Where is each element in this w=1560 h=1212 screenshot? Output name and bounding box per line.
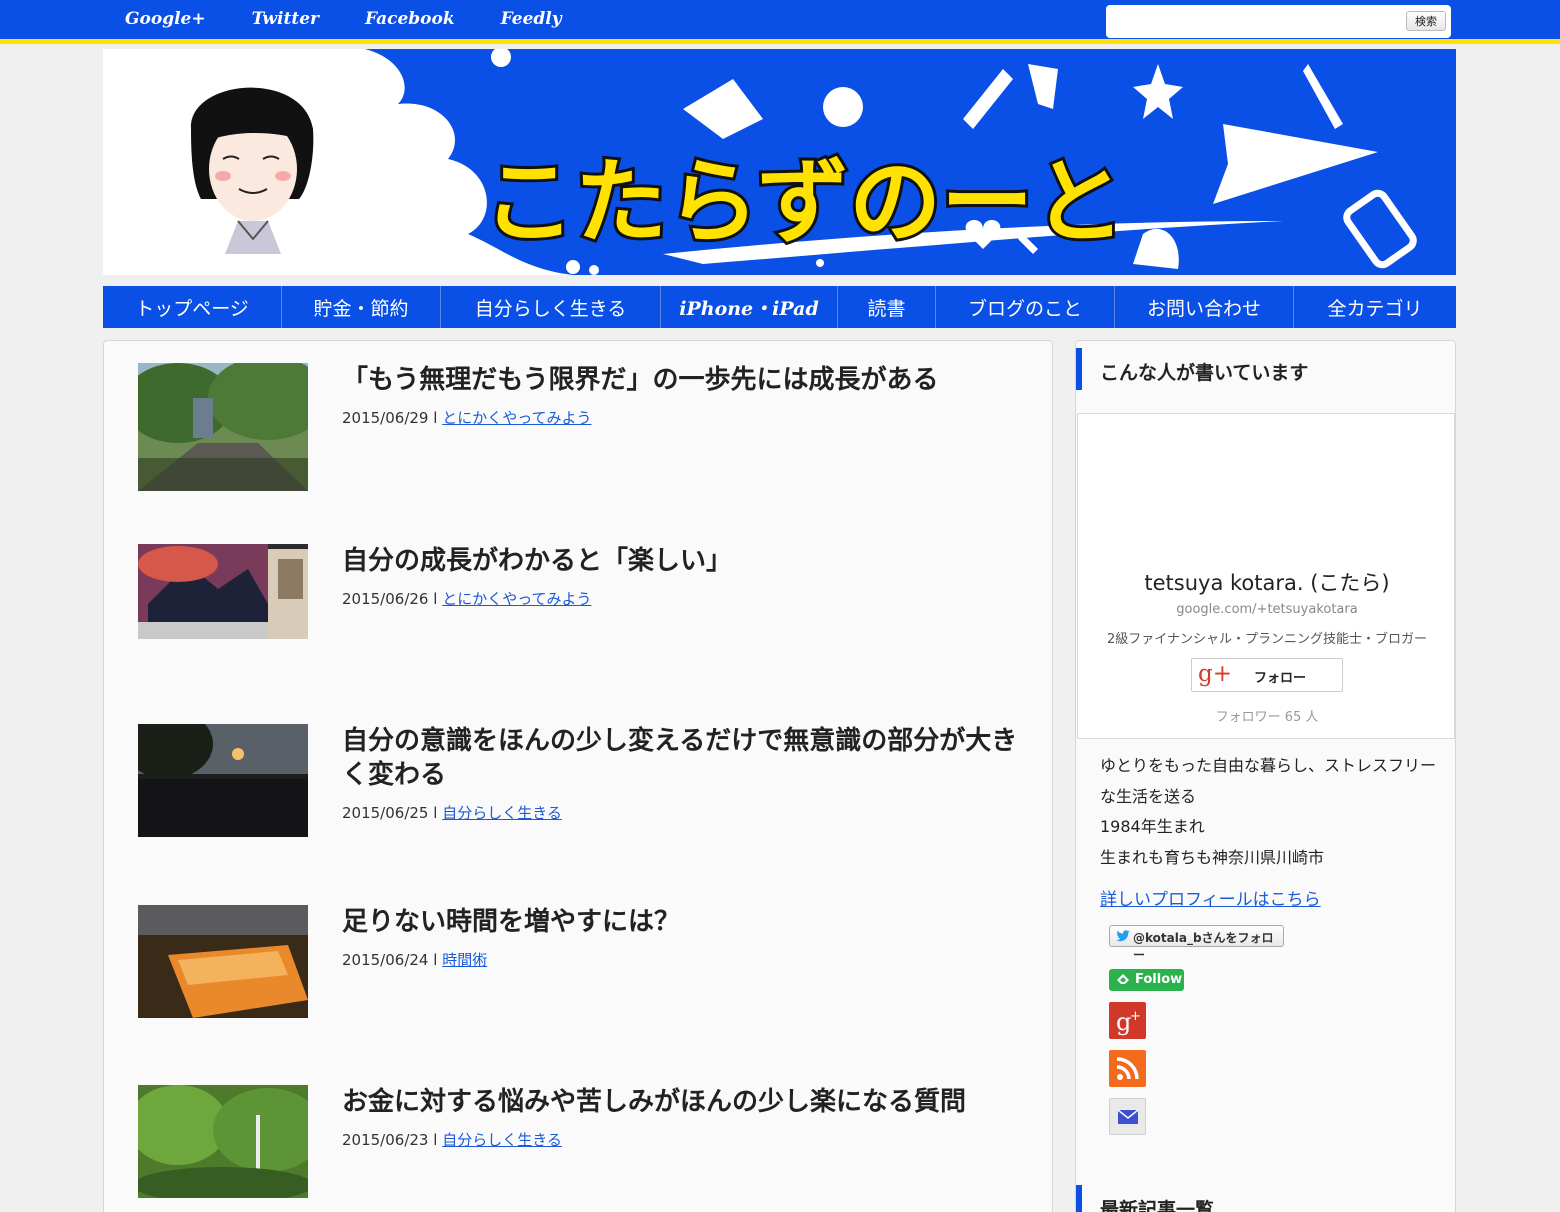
post-date: 2015/06/29 bbox=[342, 409, 429, 427]
facebook-link[interactable]: Facebook bbox=[365, 9, 455, 29]
post-thumbnail[interactable] bbox=[138, 363, 308, 491]
post-category-link[interactable]: とにかくやってみよう bbox=[442, 590, 591, 608]
gplus-follow-button[interactable]: g+ フォロー bbox=[1191, 658, 1343, 692]
twitter-bird-icon bbox=[1116, 930, 1130, 942]
site-banner[interactable]: こたらずのーと bbox=[103, 49, 1456, 275]
google-plus-icon: g+ bbox=[1198, 661, 1232, 687]
meta-separator: l bbox=[428, 804, 443, 822]
post-title[interactable]: 足りない時間を増やすには？ bbox=[342, 905, 1022, 939]
sidebar: こんな人が書いています tetsuya kotara. (こたら) google… bbox=[1075, 340, 1456, 1212]
post-title[interactable]: 自分の意識をほんの少し変えるだけで無意識の部分が大きく変わる bbox=[342, 724, 1022, 792]
post-category-link[interactable]: 自分らしく生きる bbox=[442, 804, 562, 822]
post-category-link[interactable]: 時間術 bbox=[442, 951, 487, 969]
post-title[interactable]: 「もう無理だもう限界だ」の一歩先には成長がある bbox=[342, 363, 1022, 397]
post-date: 2015/06/25 bbox=[342, 804, 429, 822]
feedly-icon bbox=[1117, 974, 1129, 984]
top-bar: Google+ Twitter Facebook Feedly 検索 bbox=[0, 0, 1560, 44]
post-meta: 2015/06/29 l とにかくやってみよう bbox=[342, 407, 591, 428]
profile-description: 2級ファイナンシャル・プランニング技能士・ブロガー bbox=[1106, 632, 1427, 647]
meta-separator: l bbox=[428, 590, 443, 608]
search-button[interactable]: 検索 bbox=[1406, 11, 1446, 31]
sidebar-heading-recent: 最新記事一覧 bbox=[1076, 1185, 1457, 1212]
profile-name[interactable]: tetsuya kotara. (こたら) bbox=[1078, 567, 1456, 597]
banner-title: こたらずのーと bbox=[483, 149, 1125, 256]
feedly-link[interactable]: Feedly bbox=[501, 9, 562, 29]
post-title[interactable]: 自分の成長がわかると「楽しい」 bbox=[342, 544, 1022, 578]
nav-item-reading[interactable]: 読書 bbox=[838, 286, 936, 328]
post-thumbnail[interactable] bbox=[138, 1085, 308, 1198]
main-nav: トップページ 貯金・節約 自分らしく生きる iPhone・iPad 読書 ブログ… bbox=[103, 286, 1456, 328]
profile-link[interactable]: 詳しいプロフィールはこちら bbox=[1100, 885, 1321, 910]
search-input[interactable] bbox=[1112, 10, 1402, 32]
meta-separator: l bbox=[428, 409, 443, 427]
profile-url[interactable]: google.com/+tetsuyakotara bbox=[1078, 602, 1456, 617]
post-title[interactable]: お金に対する悩みや苦しみがほんの少し楽になる質問 bbox=[342, 1085, 1022, 1119]
post-category-link[interactable]: とにかくやってみよう bbox=[442, 409, 591, 427]
meta-separator: l bbox=[428, 951, 443, 969]
meta-separator: l bbox=[428, 1131, 443, 1149]
post-date: 2015/06/23 bbox=[342, 1131, 429, 1149]
banner-artwork: こたらずのーと bbox=[103, 49, 1417, 275]
nav-item-iphone-ipad[interactable]: iPhone・iPad bbox=[661, 286, 838, 328]
sidebar-heading: こんな人が書いています bbox=[1076, 348, 1457, 390]
mail-icon[interactable] bbox=[1109, 1098, 1146, 1135]
twitter-follow-button[interactable]: @kotala_bさんをフォロー bbox=[1109, 925, 1284, 962]
post-list: 「もう無理だもう限界だ」の一歩先には成長がある 2015/06/29 l とにか… bbox=[103, 340, 1053, 1212]
search-box: 検索 bbox=[1106, 5, 1451, 38]
google-plus-icon[interactable]: g + bbox=[1109, 1002, 1146, 1039]
post-category-link[interactable]: 自分らしく生きる bbox=[442, 1131, 562, 1149]
nav-item-blog[interactable]: ブログのこと bbox=[936, 286, 1115, 328]
nav-item-live-yourself[interactable]: 自分らしく生きる bbox=[441, 286, 661, 328]
post-date: 2015/06/26 bbox=[342, 590, 429, 608]
post-date: 2015/06/24 bbox=[342, 951, 429, 969]
profile-bio: ゆとりをもった自由な暮らし、ストレスフリーな生活を送る 1984年生まれ 生まれ… bbox=[1100, 756, 1437, 867]
post-thumbnail[interactable] bbox=[138, 544, 308, 639]
post-meta: 2015/06/24 l 時間術 bbox=[342, 949, 487, 970]
nav-item-top[interactable]: トップページ bbox=[103, 286, 282, 328]
post-meta: 2015/06/26 l とにかくやってみよう bbox=[342, 588, 591, 609]
follower-count: フォロワー 65 人 bbox=[1215, 710, 1319, 725]
google-plus-link[interactable]: Google+ bbox=[125, 9, 206, 29]
post-thumbnail[interactable] bbox=[138, 905, 308, 1018]
post-meta: 2015/06/23 l 自分らしく生きる bbox=[342, 1129, 562, 1150]
social-links: Google+ Twitter Facebook Feedly bbox=[125, 9, 608, 29]
svg-text:+: + bbox=[1130, 1009, 1141, 1024]
nav-item-contact[interactable]: お問い合わせ bbox=[1115, 286, 1294, 328]
google-plus-badge: tetsuya kotara. (こたら) google.com/+tetsuy… bbox=[1077, 413, 1455, 739]
nav-item-all-categories[interactable]: 全カテゴリ bbox=[1294, 286, 1456, 328]
rss-icon[interactable] bbox=[1109, 1050, 1146, 1087]
feedly-follow-button[interactable]: Follow bbox=[1109, 969, 1184, 991]
post-meta: 2015/06/25 l 自分らしく生きる bbox=[342, 802, 562, 823]
nav-item-savings[interactable]: 貯金・節約 bbox=[282, 286, 441, 328]
twitter-link[interactable]: Twitter bbox=[252, 9, 319, 29]
post-thumbnail[interactable] bbox=[138, 724, 308, 837]
